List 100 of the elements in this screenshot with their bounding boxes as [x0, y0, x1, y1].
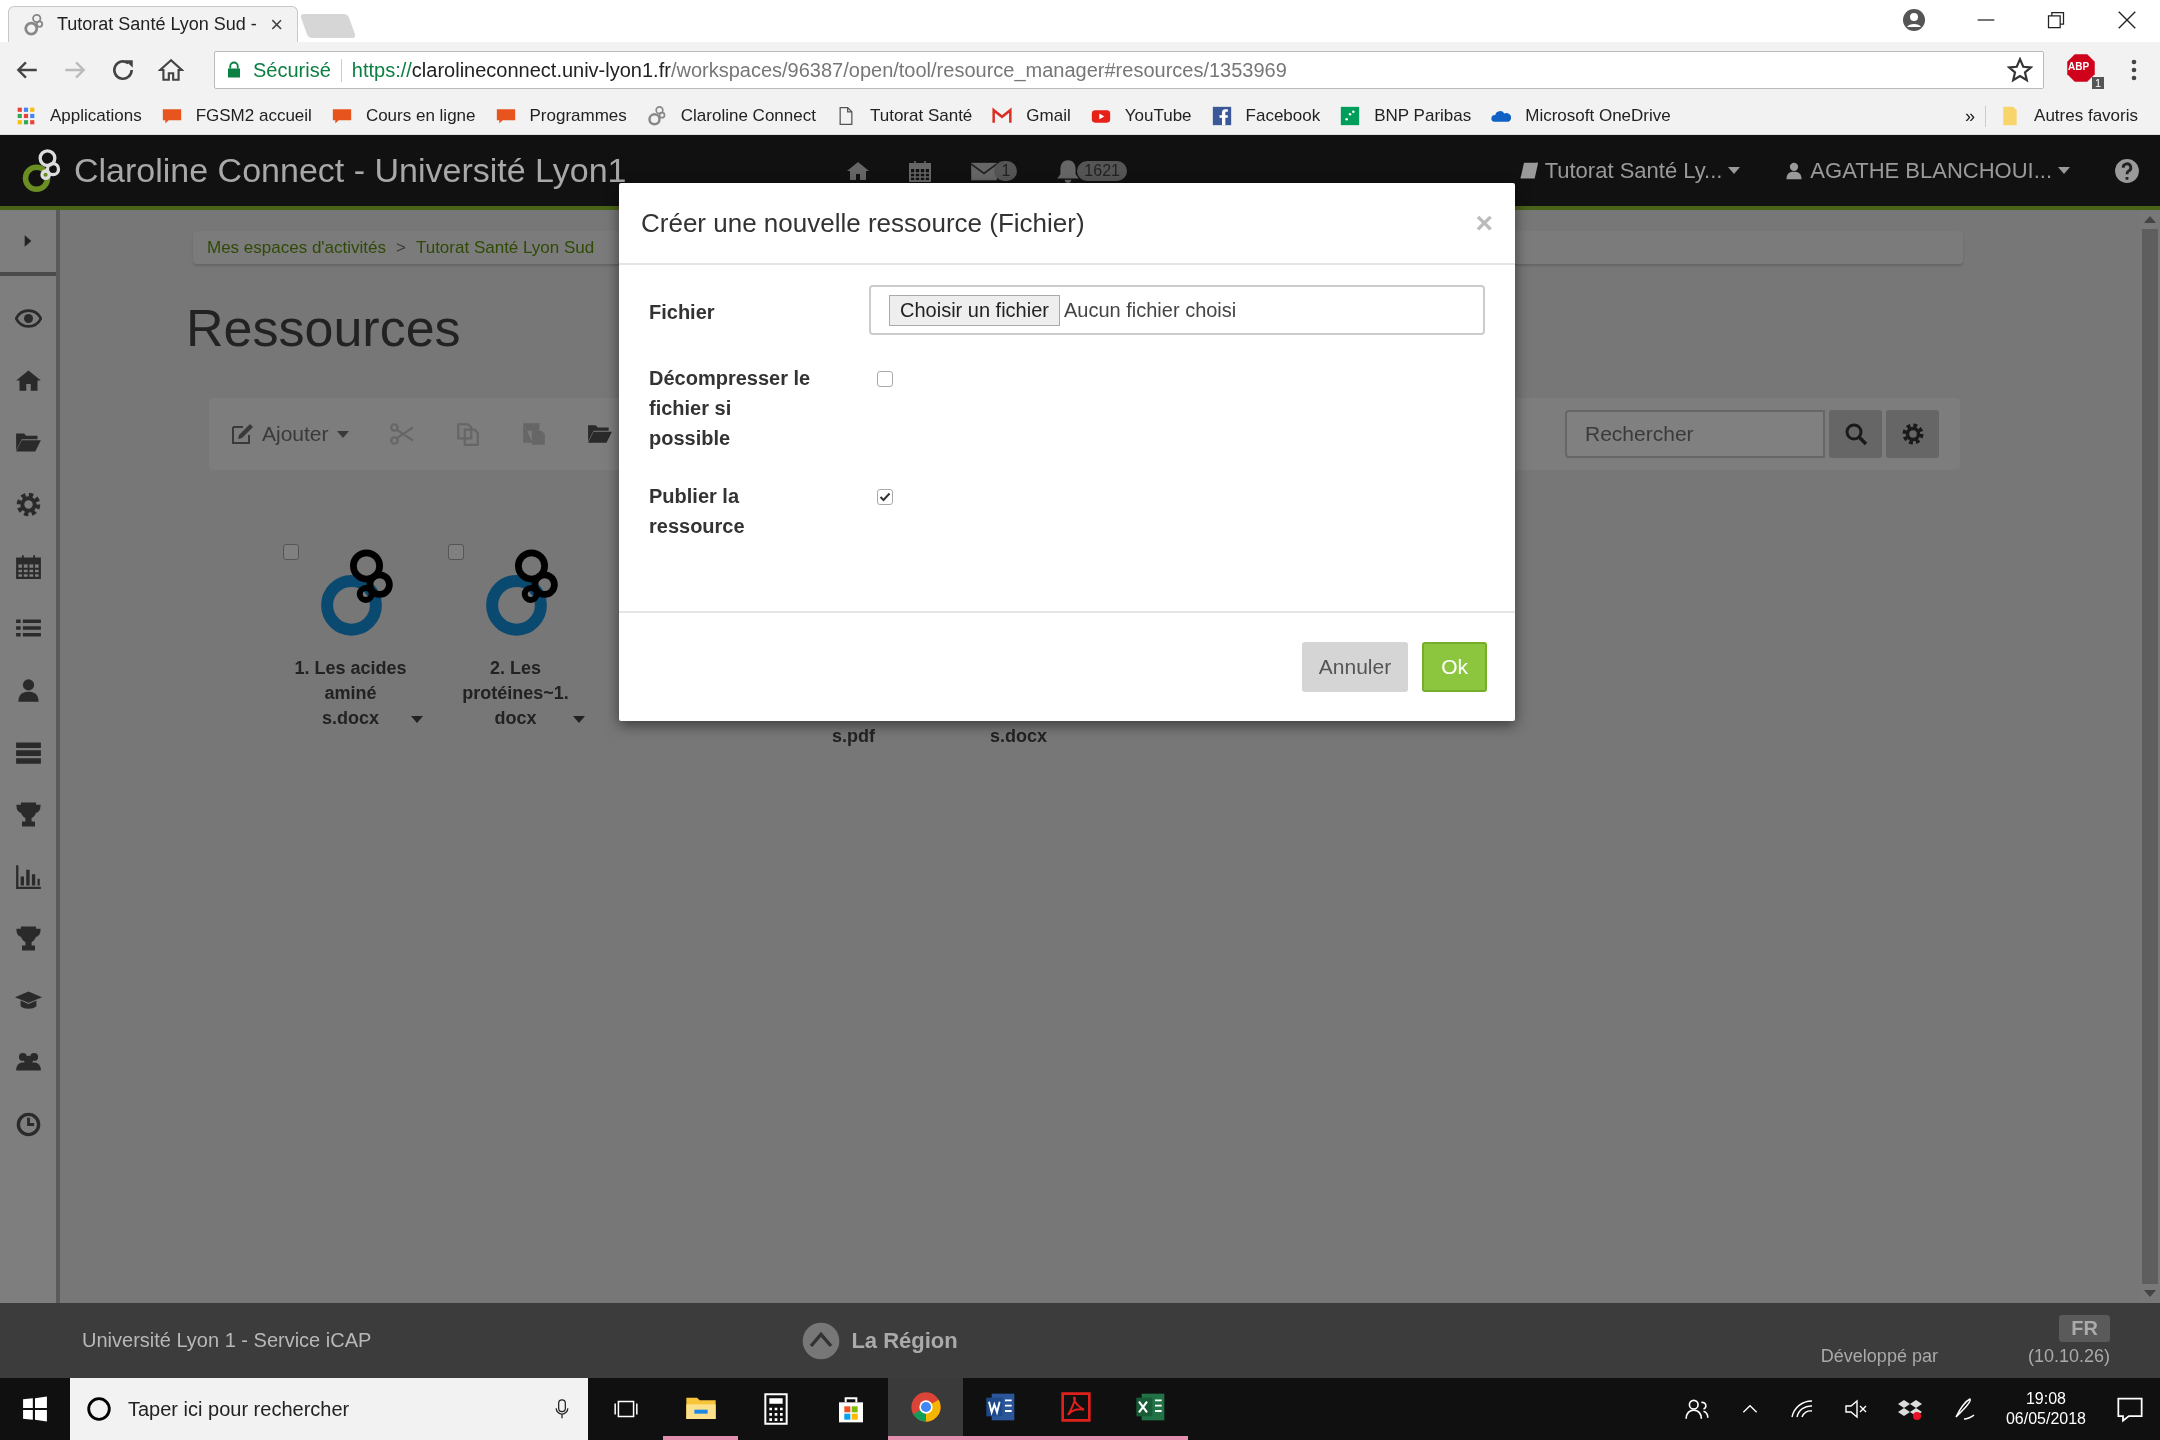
site-icon — [23, 13, 45, 36]
circle-icon — [86, 1396, 112, 1422]
version-text: (10.10.26) — [2027, 1345, 2110, 1367]
dialog-title: Créer une nouvelle ressource (Fichier) — [641, 207, 1085, 239]
url-text: https://clarolineconnect.univ-lyon1.fr/workspaces/96387/open/tool/resource_manager#resources/1353969 — [351, 58, 1288, 82]
bookmark[interactable]: Tutorat Santé — [835, 106, 973, 126]
bookmark-icon — [161, 106, 182, 126]
file-name[interactable]: 2. Les protéines~1. docx — [462, 656, 569, 731]
home-icon[interactable] — [158, 57, 184, 83]
caret-icon — [572, 716, 585, 723]
cancel-button[interactable]: Annuler — [1301, 642, 1409, 692]
search-field[interactable]: Rechercher — [1565, 410, 1825, 458]
notification-icon[interactable] — [2116, 1395, 2144, 1423]
other-bookmarks[interactable]: Autres favoris — [2000, 105, 2138, 127]
help-icon[interactable] — [2114, 157, 2140, 184]
browser-tab[interactable]: Tutorat Santé Lyon Sud - × — [8, 6, 298, 42]
scroll-up-icon — [2144, 216, 2156, 223]
bookmark-icon — [992, 106, 1013, 126]
bookmark[interactable]: FGSM2 accueil — [161, 106, 312, 126]
site-title: Claroline Connect - Université Lyon1 — [74, 151, 627, 190]
bookmark[interactable]: Facebook — [1211, 106, 1321, 126]
scroll-down-icon — [2144, 1290, 2156, 1297]
caret-icon — [2058, 167, 2070, 174]
bookmark[interactable]: YouTube — [1090, 106, 1192, 126]
page-title: Ressources — [186, 298, 461, 358]
edit-icon — [230, 422, 254, 446]
region-logo — [801, 1320, 842, 1361]
reload-icon[interactable] — [110, 57, 136, 83]
calendar-icon[interactable] — [14, 553, 42, 580]
bookmark[interactable]: Programmes — [495, 106, 627, 126]
caret-icon — [1728, 167, 1741, 174]
trophy-icon[interactable] — [14, 925, 42, 952]
address-bar[interactable]: Sécurisé https://clarolineconnect.univ-lyon1.fr/workspaces/96387/open/tool/resource_manager#resources/1353969 — [214, 51, 2044, 89]
star-icon[interactable] — [2007, 57, 2033, 83]
bookmark[interactable]: Microsoft OneDrive — [1491, 106, 1671, 126]
close-icon[interactable] — [2116, 9, 2138, 31]
pdf-icon — [1059, 1391, 1092, 1423]
user-menu[interactable]: AGATHE BLANCHOUI... — [1784, 157, 2070, 184]
settings-icon — [1900, 422, 1925, 446]
taskbar-app[interactable] — [888, 1378, 963, 1440]
clock[interactable]: 19:08 06/05/2018 — [2005, 1389, 2086, 1429]
taskbar-search-box[interactable]: Taper ici pour rechercher — [70, 1378, 588, 1440]
bookmark-icon — [646, 106, 667, 126]
partner-name: La Région — [851, 1327, 958, 1354]
field-label: Publier la ressource — [649, 484, 746, 539]
footer-text: Université Lyon 1 - Service iCAP — [82, 1329, 372, 1352]
bookmark[interactable]: Cours en ligne — [331, 106, 476, 126]
clock-time: 19:08 — [2025, 1389, 2066, 1409]
word-icon — [984, 1391, 1017, 1423]
file-input[interactable]: Choisir un fichier Aucun fichier choisi — [869, 285, 1485, 335]
search-button[interactable] — [1829, 410, 1882, 458]
choose-file-button[interactable]: Choisir un fichier — [889, 294, 1060, 326]
server-icon[interactable] — [14, 739, 42, 766]
calendar-icon[interactable] — [908, 158, 933, 183]
trophy-icon[interactable] — [14, 801, 42, 828]
more-bookmarks-button[interactable]: » — [1965, 105, 1987, 127]
taskbar-search-field[interactable]: Taper ici pour rechercher — [126, 1396, 538, 1422]
tab-title: Tutorat Santé Lyon Sud - — [57, 14, 258, 35]
dropbox-icon[interactable] — [1897, 1397, 1922, 1421]
bookmark-icon — [1340, 106, 1361, 126]
file-status: Aucun fichier choisi — [1063, 298, 1237, 322]
bookmark-icon — [495, 106, 516, 126]
extension-badge: 1 — [2091, 77, 2104, 89]
windows-icon — [22, 1396, 48, 1422]
checkbox[interactable] — [448, 544, 464, 560]
workspace-menu[interactable]: Tutorat Santé Ly... — [1518, 157, 1741, 184]
bookmark[interactable]: Claroline Connect — [646, 106, 816, 126]
close-tab-button[interactable]: × — [270, 11, 283, 38]
caret-icon — [336, 430, 349, 438]
chrome-icon — [909, 1391, 942, 1423]
bookmark-icon — [1211, 106, 1232, 126]
field-label: Décompresser le fichier si possible — [649, 366, 812, 451]
scrollbar-thumb[interactable] — [2142, 229, 2158, 1284]
checkbox[interactable] — [877, 371, 893, 387]
lock-icon — [225, 61, 243, 79]
security-label: Sécurisé — [253, 58, 342, 82]
settings-icon[interactable] — [14, 491, 42, 518]
bell-icon[interactable] — [1055, 157, 1082, 184]
restore-icon[interactable] — [2046, 10, 2066, 30]
home-icon[interactable] — [14, 367, 42, 394]
extension-label: ABP — [2068, 61, 2090, 72]
bookmark[interactable]: BNP Paribas — [1340, 106, 1472, 126]
file-name[interactable]: 1. Les acides aminé s.docx — [294, 656, 407, 731]
checkbox[interactable] — [283, 544, 299, 560]
field-label: Fichier — [649, 300, 716, 325]
bookmark-icon — [331, 106, 352, 126]
credit-text: Développé par — [1820, 1345, 1938, 1367]
settings-button[interactable] — [1886, 410, 1939, 458]
check-icon — [879, 491, 891, 503]
breadcrumb-separator: > — [396, 237, 406, 258]
bar-chart-icon[interactable] — [14, 863, 42, 890]
checkbox[interactable] — [877, 489, 893, 505]
clock-icon[interactable] — [14, 1111, 42, 1138]
bookmark[interactable]: Applications — [16, 106, 142, 126]
caret-icon — [410, 716, 423, 723]
clock-date: 06/05/2018 — [2005, 1409, 2086, 1429]
excel-icon — [1134, 1391, 1167, 1423]
bookmark[interactable]: Gmail — [992, 106, 1071, 126]
profile-icon[interactable] — [1902, 8, 1926, 32]
speaker-muted-icon[interactable] — [1843, 1397, 1868, 1421]
